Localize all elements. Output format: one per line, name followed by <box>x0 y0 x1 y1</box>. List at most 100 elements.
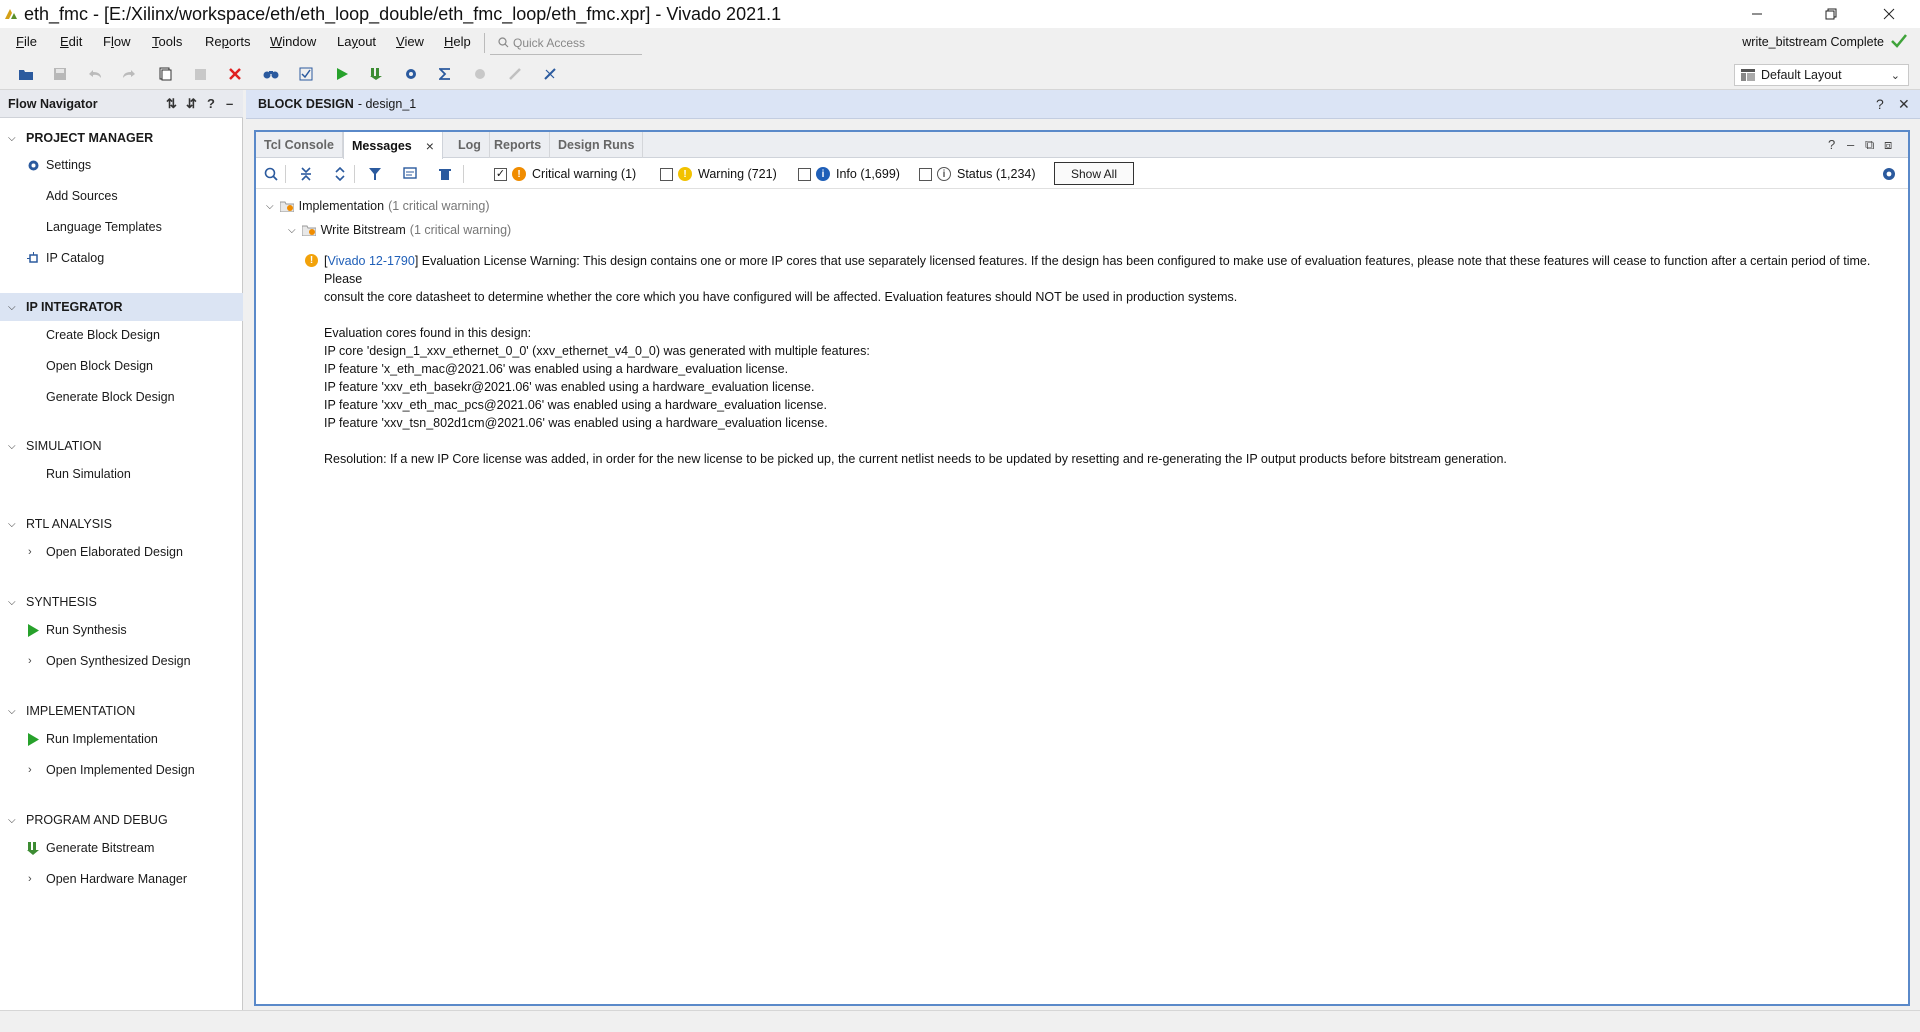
nav-item-create-block-design[interactable]: Create Block Design <box>0 323 243 347</box>
close-icon[interactable]: ✕ <box>1898 96 1910 113</box>
chevron-right-icon[interactable]: › <box>28 546 32 558</box>
nav-section-ip-integrator[interactable]: ⌵ IP INTEGRATOR <box>0 293 243 321</box>
expand-all-icon[interactable] <box>331 165 349 183</box>
toolbar-divider <box>463 165 464 183</box>
menu-help[interactable]: Help <box>444 34 471 49</box>
redo-icon[interactable] <box>120 65 138 83</box>
nav-section-program-and-debug[interactable]: ⌵ PROGRAM AND DEBUG <box>0 806 243 834</box>
menu-edit[interactable]: Edit <box>60 34 82 49</box>
menu-reports[interactable]: Reports <box>205 34 251 49</box>
nav-item-open-block-design[interactable]: Open Block Design <box>0 354 243 378</box>
paste-icon[interactable] <box>191 65 209 83</box>
chevron-right-icon[interactable]: › <box>28 873 32 885</box>
nav-section-synthesis[interactable]: ⌵ SYNTHESIS <box>0 588 243 616</box>
maximize-panel-icon[interactable]: ⧈ <box>1884 137 1892 153</box>
show-all-button[interactable]: Show All <box>1054 162 1134 185</box>
nav-item-open-elaborated-design[interactable]: › Open Elaborated Design <box>0 540 243 564</box>
nav-item-run-synthesis[interactable]: Run Synthesis <box>0 618 243 642</box>
nav-section-simulation[interactable]: ⌵ SIMULATION <box>0 432 243 460</box>
chevron-right-icon[interactable]: › <box>28 764 32 776</box>
message-id-link[interactable]: Vivado 12-1790 <box>327 254 414 268</box>
help-icon[interactable]: ? <box>1828 137 1835 152</box>
menu-file[interactable]: File <box>16 34 37 49</box>
nav-section-label: SYNTHESIS <box>26 595 97 609</box>
help-icon[interactable]: ? <box>207 96 215 111</box>
menu-tools[interactable]: Tools <box>152 34 182 49</box>
filter-icon[interactable] <box>366 165 384 183</box>
nav-item-ip-catalog[interactable]: IP Catalog <box>0 246 243 270</box>
copy-icon[interactable] <box>156 65 174 83</box>
sigma-icon[interactable] <box>436 65 454 83</box>
open-project-icon[interactable] <box>17 65 35 83</box>
menu-layout[interactable]: Layout <box>337 34 376 49</box>
tab-design-runs[interactable]: Design Runs <box>550 132 644 158</box>
help-icon[interactable]: ? <box>1876 96 1884 112</box>
close-window-button[interactable] <box>1866 0 1912 28</box>
search-icon[interactable] <box>262 165 280 183</box>
quick-access-input[interactable]: Quick Access <box>484 31 642 55</box>
message-icon[interactable] <box>401 165 419 183</box>
program-icon[interactable] <box>367 65 385 83</box>
tab-tcl-console[interactable]: Tcl Console <box>256 132 343 158</box>
chevron-down-icon[interactable]: ⌵ <box>266 201 274 212</box>
tab-label: Log <box>458 138 481 152</box>
chevron-down-icon[interactable]: ⌵ <box>288 225 296 236</box>
nav-item-generate-bitstream[interactable]: Generate Bitstream <box>0 836 243 860</box>
nav-item-open-implemented-design[interactable]: › Open Implemented Design <box>0 758 243 782</box>
tab-messages[interactable]: Messages × <box>343 132 443 159</box>
filter-status[interactable]: i Status (1,234) <box>919 164 1036 184</box>
checkbox[interactable] <box>798 167 811 181</box>
sort-icon[interactable]: ⇵ <box>186 96 197 112</box>
trash-icon[interactable] <box>436 165 454 183</box>
edit-disabled-icon[interactable] <box>506 65 524 83</box>
filter-critical-warning[interactable]: ✓ ! Critical warning (1) <box>494 164 636 184</box>
nav-item-open-hardware-manager[interactable]: › Open Hardware Manager <box>0 867 243 891</box>
restore-button[interactable] <box>1808 0 1854 28</box>
tree-group-implementation[interactable]: ⌵ Implementation (1 critical warning) <box>266 196 489 216</box>
tree-group-write-bitstream[interactable]: ⌵ Write Bitstream (1 critical warning) <box>288 220 511 240</box>
undo-icon[interactable] <box>86 65 104 83</box>
nav-section-implementation[interactable]: ⌵ IMPLEMENTATION <box>0 697 243 725</box>
menu-view[interactable]: View <box>396 34 424 49</box>
gear-icon[interactable] <box>1880 165 1898 183</box>
settings-icon[interactable] <box>402 65 420 83</box>
layout-selector[interactable]: Default Layout ⌄ <box>1734 64 1909 86</box>
checklist-icon[interactable] <box>297 65 315 83</box>
nav-section-project-manager[interactable]: ⌵ PROJECT MANAGER <box>0 124 243 152</box>
messages-panel: Tcl Console Messages × Log Reports Desig… <box>254 130 1910 1006</box>
collapse-all-icon[interactable] <box>297 165 315 183</box>
filter-info[interactable]: i Info (1,699) <box>798 164 900 184</box>
save-icon[interactable] <box>51 65 69 83</box>
close-tab-icon[interactable]: × <box>426 138 434 154</box>
nav-item-language-templates[interactable]: Language Templates <box>0 215 243 239</box>
collapse-all-icon[interactable]: ⇅ <box>166 96 177 112</box>
tab-log[interactable]: Log <box>450 132 490 158</box>
menu-flow[interactable]: Flow <box>103 34 130 49</box>
nav-item-run-simulation[interactable]: Run Simulation <box>0 462 243 486</box>
message-entry[interactable]: ! [Vivado 12-1790] Evaluation License Wa… <box>305 252 1894 468</box>
nav-item-open-synthesized-design[interactable]: › Open Synthesized Design <box>0 649 243 673</box>
debug-icon[interactable] <box>541 65 559 83</box>
checkbox[interactable] <box>660 167 673 181</box>
critical-warning-icon: ! <box>512 167 526 181</box>
nav-item-settings[interactable]: Settings <box>0 153 243 177</box>
cancel-run-icon[interactable] <box>471 65 489 83</box>
checkbox-checked[interactable]: ✓ <box>494 167 507 181</box>
run-icon[interactable] <box>333 65 351 83</box>
nav-item-run-implementation[interactable]: Run Implementation <box>0 727 243 751</box>
nav-item-generate-block-design[interactable]: Generate Block Design <box>0 385 243 409</box>
nav-item-add-sources[interactable]: Add Sources <box>0 184 243 208</box>
chevron-right-icon[interactable]: › <box>28 655 32 667</box>
tab-reports[interactable]: Reports <box>486 132 551 158</box>
menu-window[interactable]: Window <box>270 34 316 49</box>
checkbox[interactable] <box>919 167 932 181</box>
filter-warning[interactable]: ! Warning (721) <box>660 164 777 184</box>
minimize-panel-icon[interactable]: – <box>226 96 233 111</box>
minimize-button[interactable] <box>1734 0 1780 28</box>
nav-section-rtl-analysis[interactable]: ⌵ RTL ANALYSIS <box>0 510 243 538</box>
minimize-panel-icon[interactable]: – <box>1847 137 1854 152</box>
panel-tab-bar: Tcl Console Messages × Log Reports Desig… <box>256 132 1908 159</box>
delete-icon[interactable] <box>226 65 244 83</box>
float-panel-icon[interactable]: ⧉ <box>1865 137 1874 153</box>
binoculars-icon[interactable] <box>262 65 280 83</box>
